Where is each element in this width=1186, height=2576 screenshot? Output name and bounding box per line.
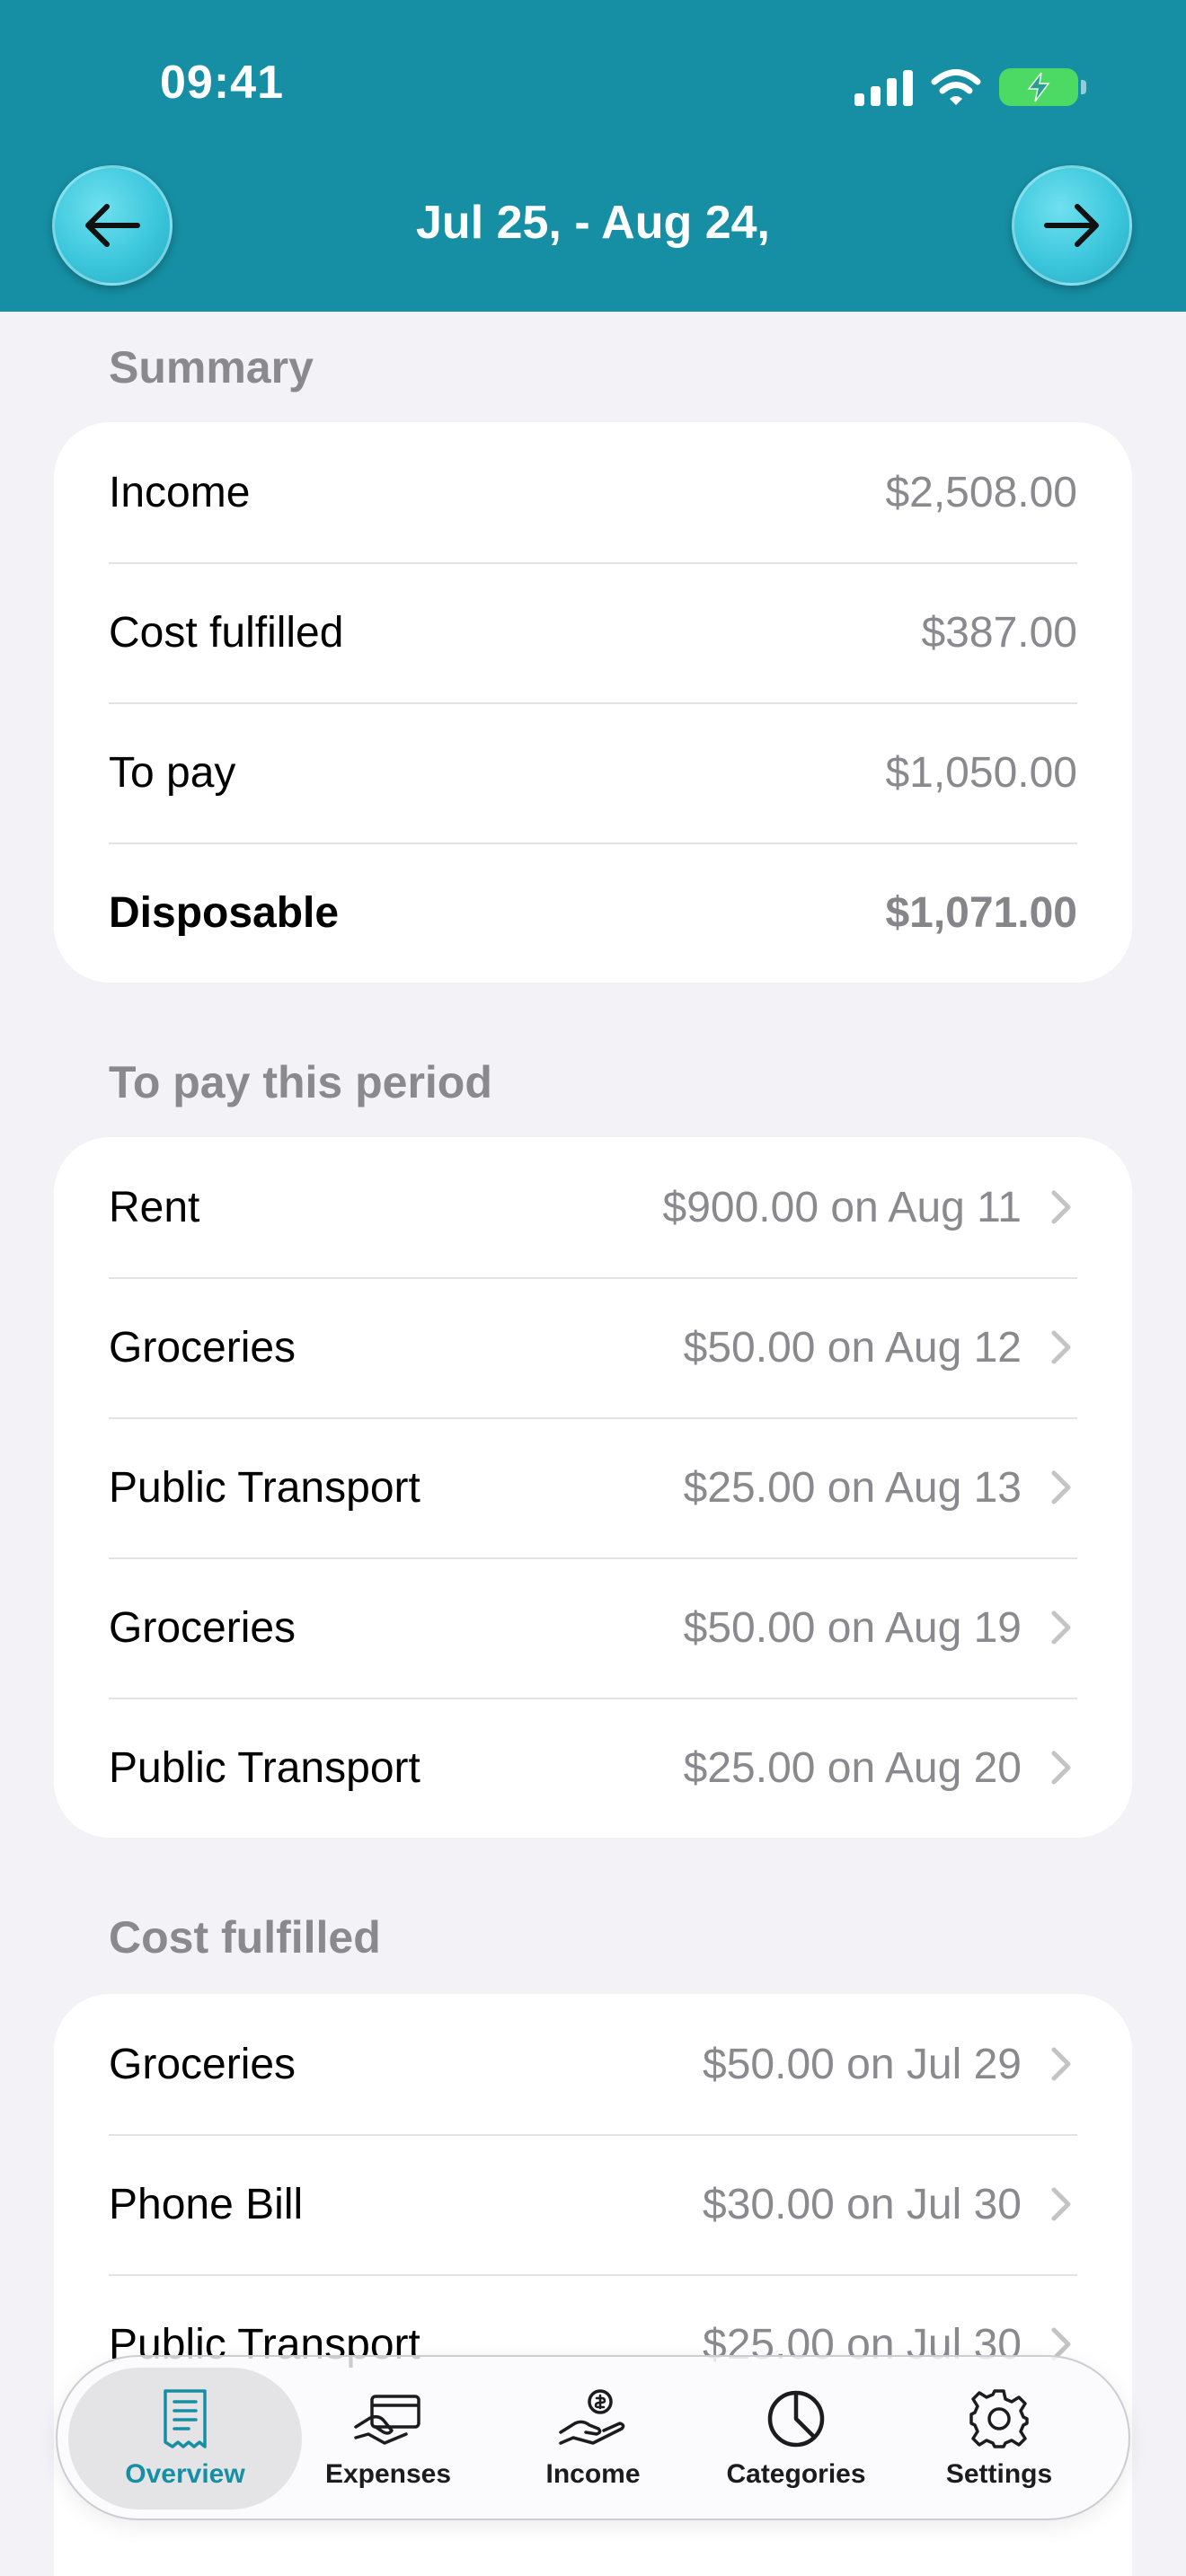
summary-row-income: Income $2,508.00 <box>54 422 1132 562</box>
chevron-right-icon <box>1050 1328 1077 1367</box>
row-label: Public Transport <box>109 1743 420 1792</box>
row-label: Phone Bill <box>109 2180 304 2228</box>
row-value: $30.00 on Jul 30 <box>703 2180 1022 2228</box>
previous-period-button[interactable] <box>52 165 173 286</box>
receipt-icon <box>164 2389 207 2448</box>
to-pay-card: Rent $900.00 on Aug 11 Groceries $50.00 … <box>54 1137 1132 1838</box>
chevron-right-icon <box>1050 1187 1077 1227</box>
gear-icon <box>969 2389 1029 2448</box>
tab-expenses[interactable]: Expenses <box>271 2368 505 2510</box>
tab-overview[interactable]: Overview <box>68 2368 302 2510</box>
row-value: $25.00 on Aug 20 <box>683 1743 1022 1792</box>
row-label: Cost fulfilled <box>109 608 344 657</box>
tab-label: Settings <box>945 2459 1053 2489</box>
tab-label: Income <box>545 2459 641 2489</box>
row-value: $50.00 on Aug 19 <box>683 1603 1022 1652</box>
to-pay-row[interactable]: Public Transport $25.00 on Aug 20 <box>54 1698 1132 1838</box>
to-pay-row[interactable]: Public Transport $25.00 on Aug 13 <box>54 1417 1132 1557</box>
row-value: $2,508.00 <box>885 468 1077 516</box>
tab-label: Overview <box>125 2459 245 2489</box>
battery-icon <box>999 68 1086 106</box>
cost-fulfilled-section-title: Cost fulfilled <box>109 1912 381 1963</box>
cost-fulfilled-row[interactable]: Groceries $50.00 on Jul 29 <box>54 1994 1132 2134</box>
pie-chart-icon <box>767 2390 825 2448</box>
arrow-left-icon <box>85 204 140 247</box>
tab-income[interactable]: Income <box>476 2368 710 2510</box>
row-label: Income <box>109 468 251 516</box>
row-label: Groceries <box>109 2040 296 2088</box>
chevron-right-icon <box>1050 1748 1077 1787</box>
chevron-right-icon <box>1050 1468 1077 1507</box>
header: 09:41 Jul 25, - Aug 24, <box>0 0 1186 312</box>
chevron-right-icon <box>1050 2184 1077 2224</box>
row-label: Rent <box>109 1183 200 1231</box>
tab-label: Expenses <box>324 2459 452 2489</box>
summary-row-cost-fulfilled: Cost fulfilled $387.00 <box>54 562 1132 702</box>
row-value: $25.00 on Aug 13 <box>683 1463 1022 1512</box>
money-hand-icon <box>559 2389 625 2445</box>
row-value: $1,071.00 <box>885 888 1077 937</box>
tab-settings[interactable]: Settings <box>882 2368 1116 2510</box>
next-period-button[interactable] <box>1012 165 1132 286</box>
chevron-right-icon <box>1050 1608 1077 1647</box>
summary-card: Income $2,508.00 Cost fulfilled $387.00 … <box>54 422 1132 983</box>
to-pay-section-title: To pay this period <box>109 1057 492 1107</box>
card-hand-icon <box>354 2395 420 2445</box>
row-value: $387.00 <box>921 608 1077 657</box>
row-label: Groceries <box>109 1603 296 1652</box>
wifi-icon <box>931 69 981 105</box>
period-title: Jul 25, - Aug 24, <box>416 197 770 249</box>
cellular-signal-icon <box>854 68 913 106</box>
tab-categories[interactable]: Categories <box>679 2368 913 2510</box>
row-value: $50.00 on Aug 12 <box>683 1323 1022 1372</box>
arrow-right-icon <box>1044 204 1099 247</box>
row-label: Disposable <box>109 888 340 937</box>
tab-bar: Overview Expenses Income Categories Sett… <box>56 2355 1130 2520</box>
tab-label: Categories <box>726 2459 866 2489</box>
summary-row-to-pay: To pay $1,050.00 <box>54 702 1132 842</box>
to-pay-row[interactable]: Rent $900.00 on Aug 11 <box>54 1137 1132 1277</box>
chevron-right-icon <box>1050 2044 1077 2084</box>
row-value: $900.00 on Aug 11 <box>662 1183 1022 1231</box>
overview-screen: 09:41 Jul 25, - Aug 24, Summary Income $… <box>0 0 1186 2576</box>
cost-fulfilled-row[interactable]: Phone Bill $30.00 on Jul 30 <box>54 2134 1132 2274</box>
row-label: To pay <box>109 748 236 797</box>
status-icons <box>854 63 1086 111</box>
row-value: $50.00 on Jul 29 <box>703 2040 1022 2088</box>
row-label: Public Transport <box>109 1463 420 1512</box>
charging-bolt-icon <box>1027 72 1050 102</box>
status-time: 09:41 <box>160 57 284 109</box>
row-value: $1,050.00 <box>885 748 1077 797</box>
summary-section-title: Summary <box>109 342 314 393</box>
to-pay-row[interactable]: Groceries $50.00 on Aug 12 <box>54 1277 1132 1417</box>
summary-row-disposable: Disposable $1,071.00 <box>54 842 1132 983</box>
to-pay-row[interactable]: Groceries $50.00 on Aug 19 <box>54 1557 1132 1698</box>
row-label: Groceries <box>109 1323 296 1372</box>
